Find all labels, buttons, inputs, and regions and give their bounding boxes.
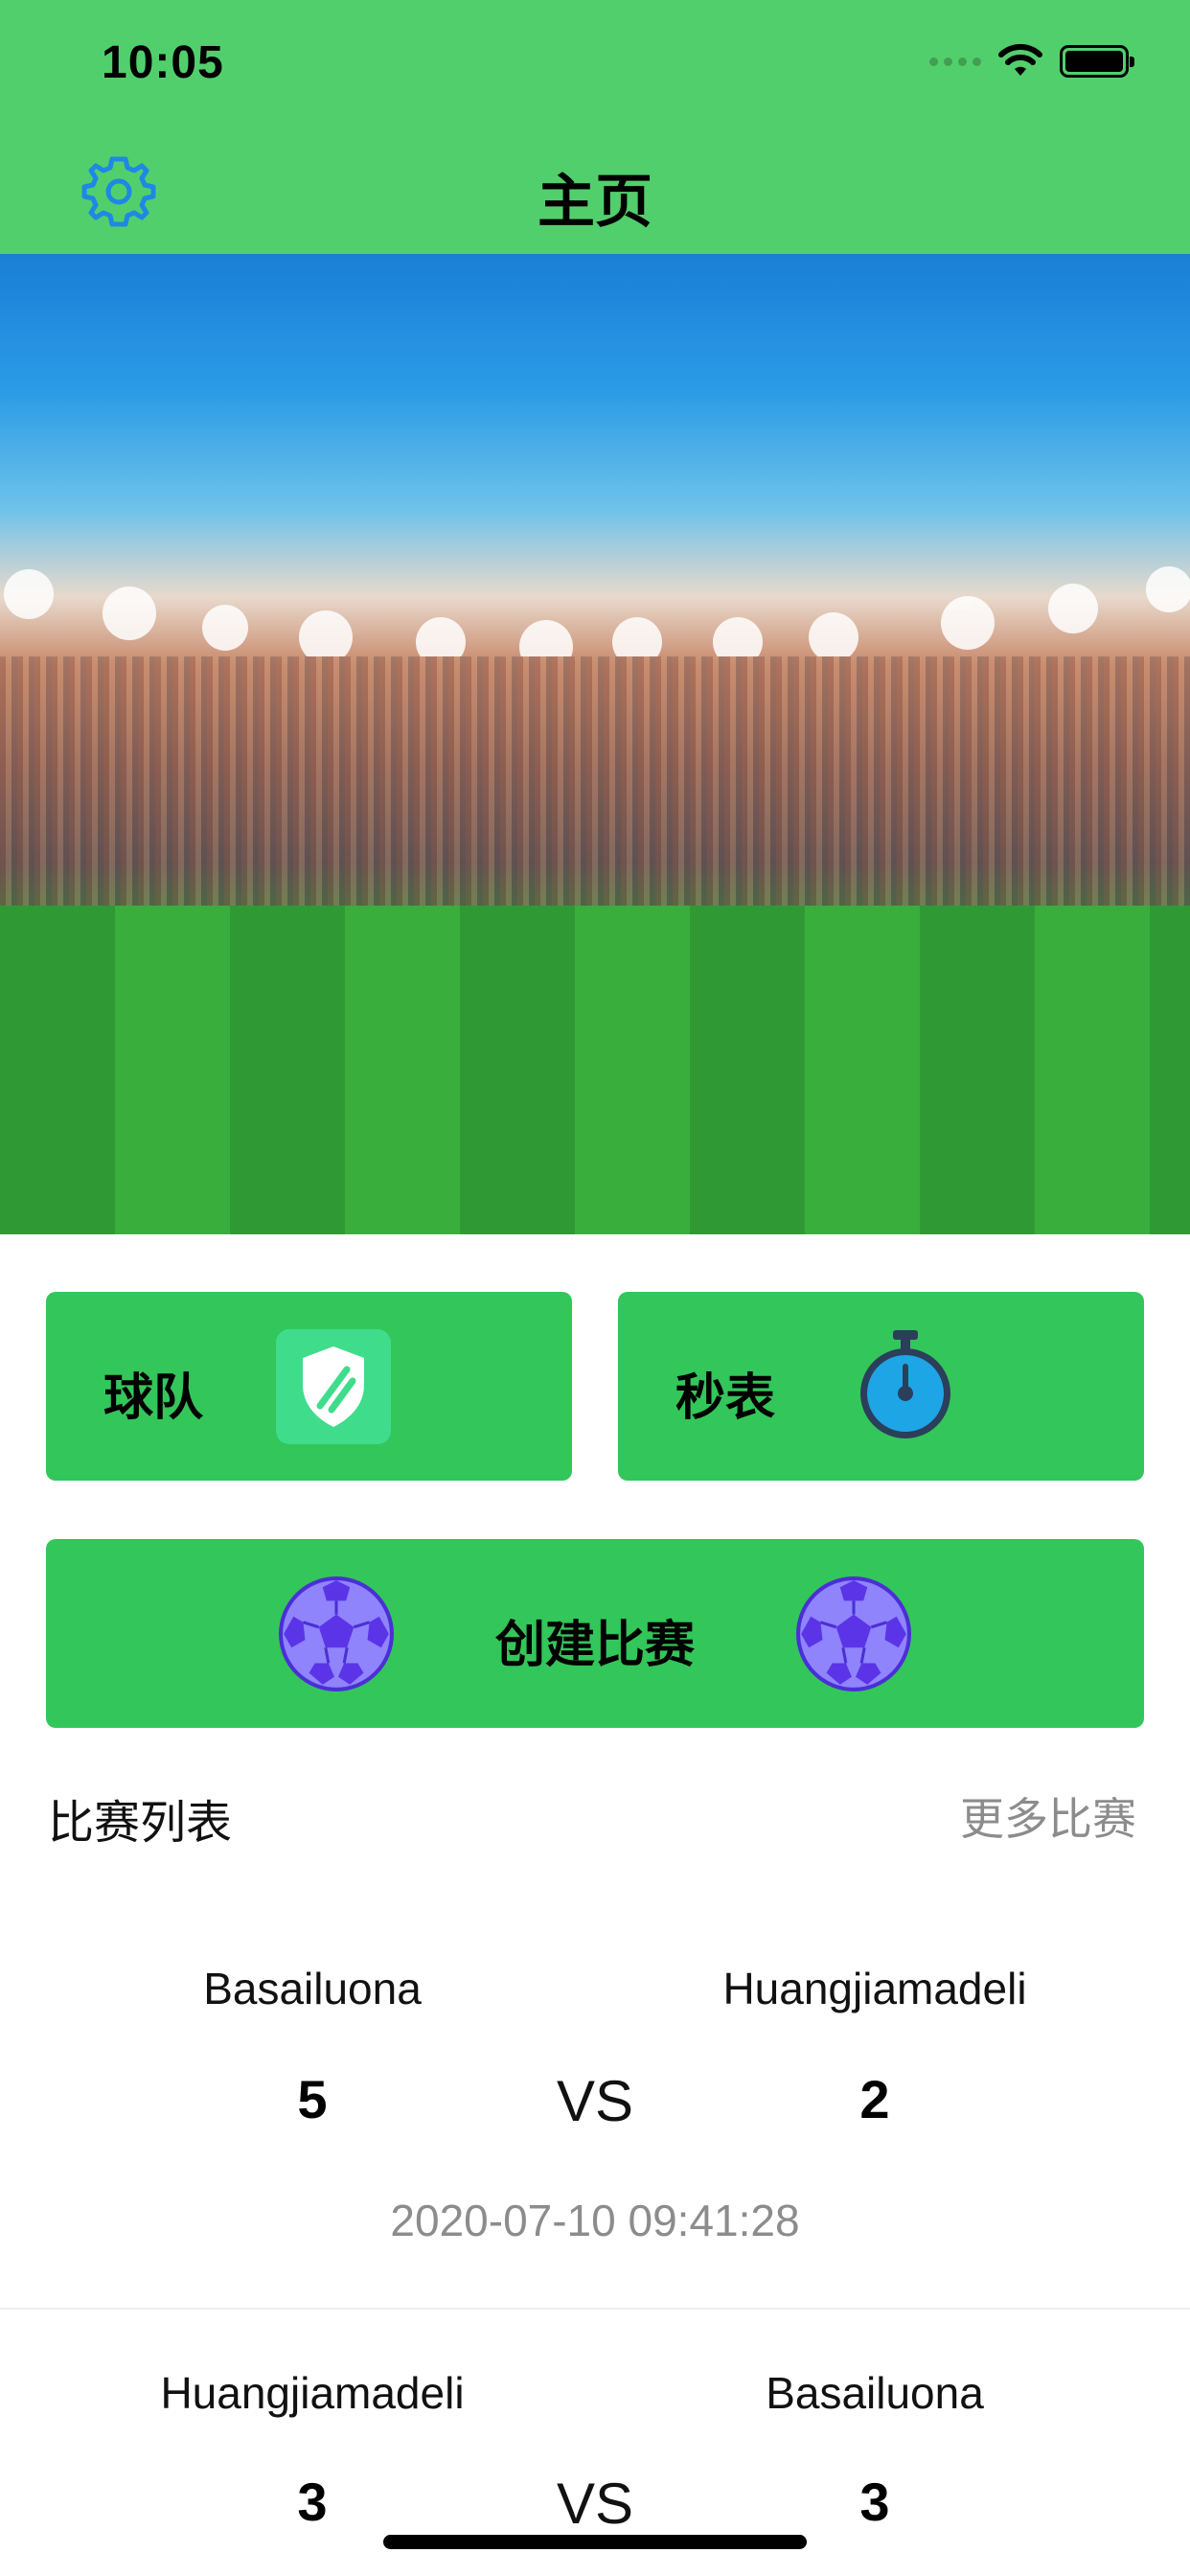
- status-time: 10:05: [102, 37, 224, 88]
- stadium-lights: [4, 566, 1190, 656]
- soccer-ball-icon: [796, 1576, 911, 1691]
- stadium-hero-image: [0, 254, 1190, 1234]
- home-team-name: Huangjiamadeli: [160, 2368, 465, 2418]
- create-match-button[interactable]: 创建比赛: [46, 1539, 1144, 1728]
- stopwatch-icon: [860, 1330, 950, 1438]
- shield-icon: [276, 1329, 391, 1444]
- away-score: 3: [859, 2472, 890, 2532]
- app-header: 10:05 主页: [0, 0, 1190, 254]
- status-icons: [929, 44, 1134, 79]
- match-date: 2020-07-10 09:41:28: [390, 2196, 800, 2245]
- stopwatch-button[interactable]: 秒表: [618, 1292, 1144, 1481]
- away-team-name: Huangjiamadeli: [722, 1964, 1027, 2013]
- team-label: 球队: [103, 1370, 204, 1426]
- more-matches-link[interactable]: 更多比赛: [960, 1784, 1136, 1848]
- home-indicator[interactable]: [383, 2535, 807, 2549]
- away-team-name: Basailuona: [766, 2368, 984, 2418]
- team-button[interactable]: 球队: [46, 1292, 572, 1481]
- stadium-crowd: [0, 656, 1190, 906]
- wifi-icon: [998, 44, 1042, 76]
- stopwatch-label: 秒表: [675, 1370, 776, 1426]
- away-score: 2: [859, 2069, 890, 2129]
- match-list-title: 比赛列表: [48, 1798, 233, 1849]
- pitch-grass: [0, 906, 1190, 1234]
- battery-icon: [1060, 45, 1134, 78]
- page-title: 主页: [538, 170, 652, 234]
- create-match-label: 创建比赛: [494, 1618, 695, 1673]
- home-team-name: Basailuona: [203, 1964, 422, 2013]
- match-row[interactable]: Basailuona Huangjiamadeli 5 VS 2 2020-07…: [0, 1945, 1190, 2310]
- cellular-signal-icon: [929, 57, 981, 66]
